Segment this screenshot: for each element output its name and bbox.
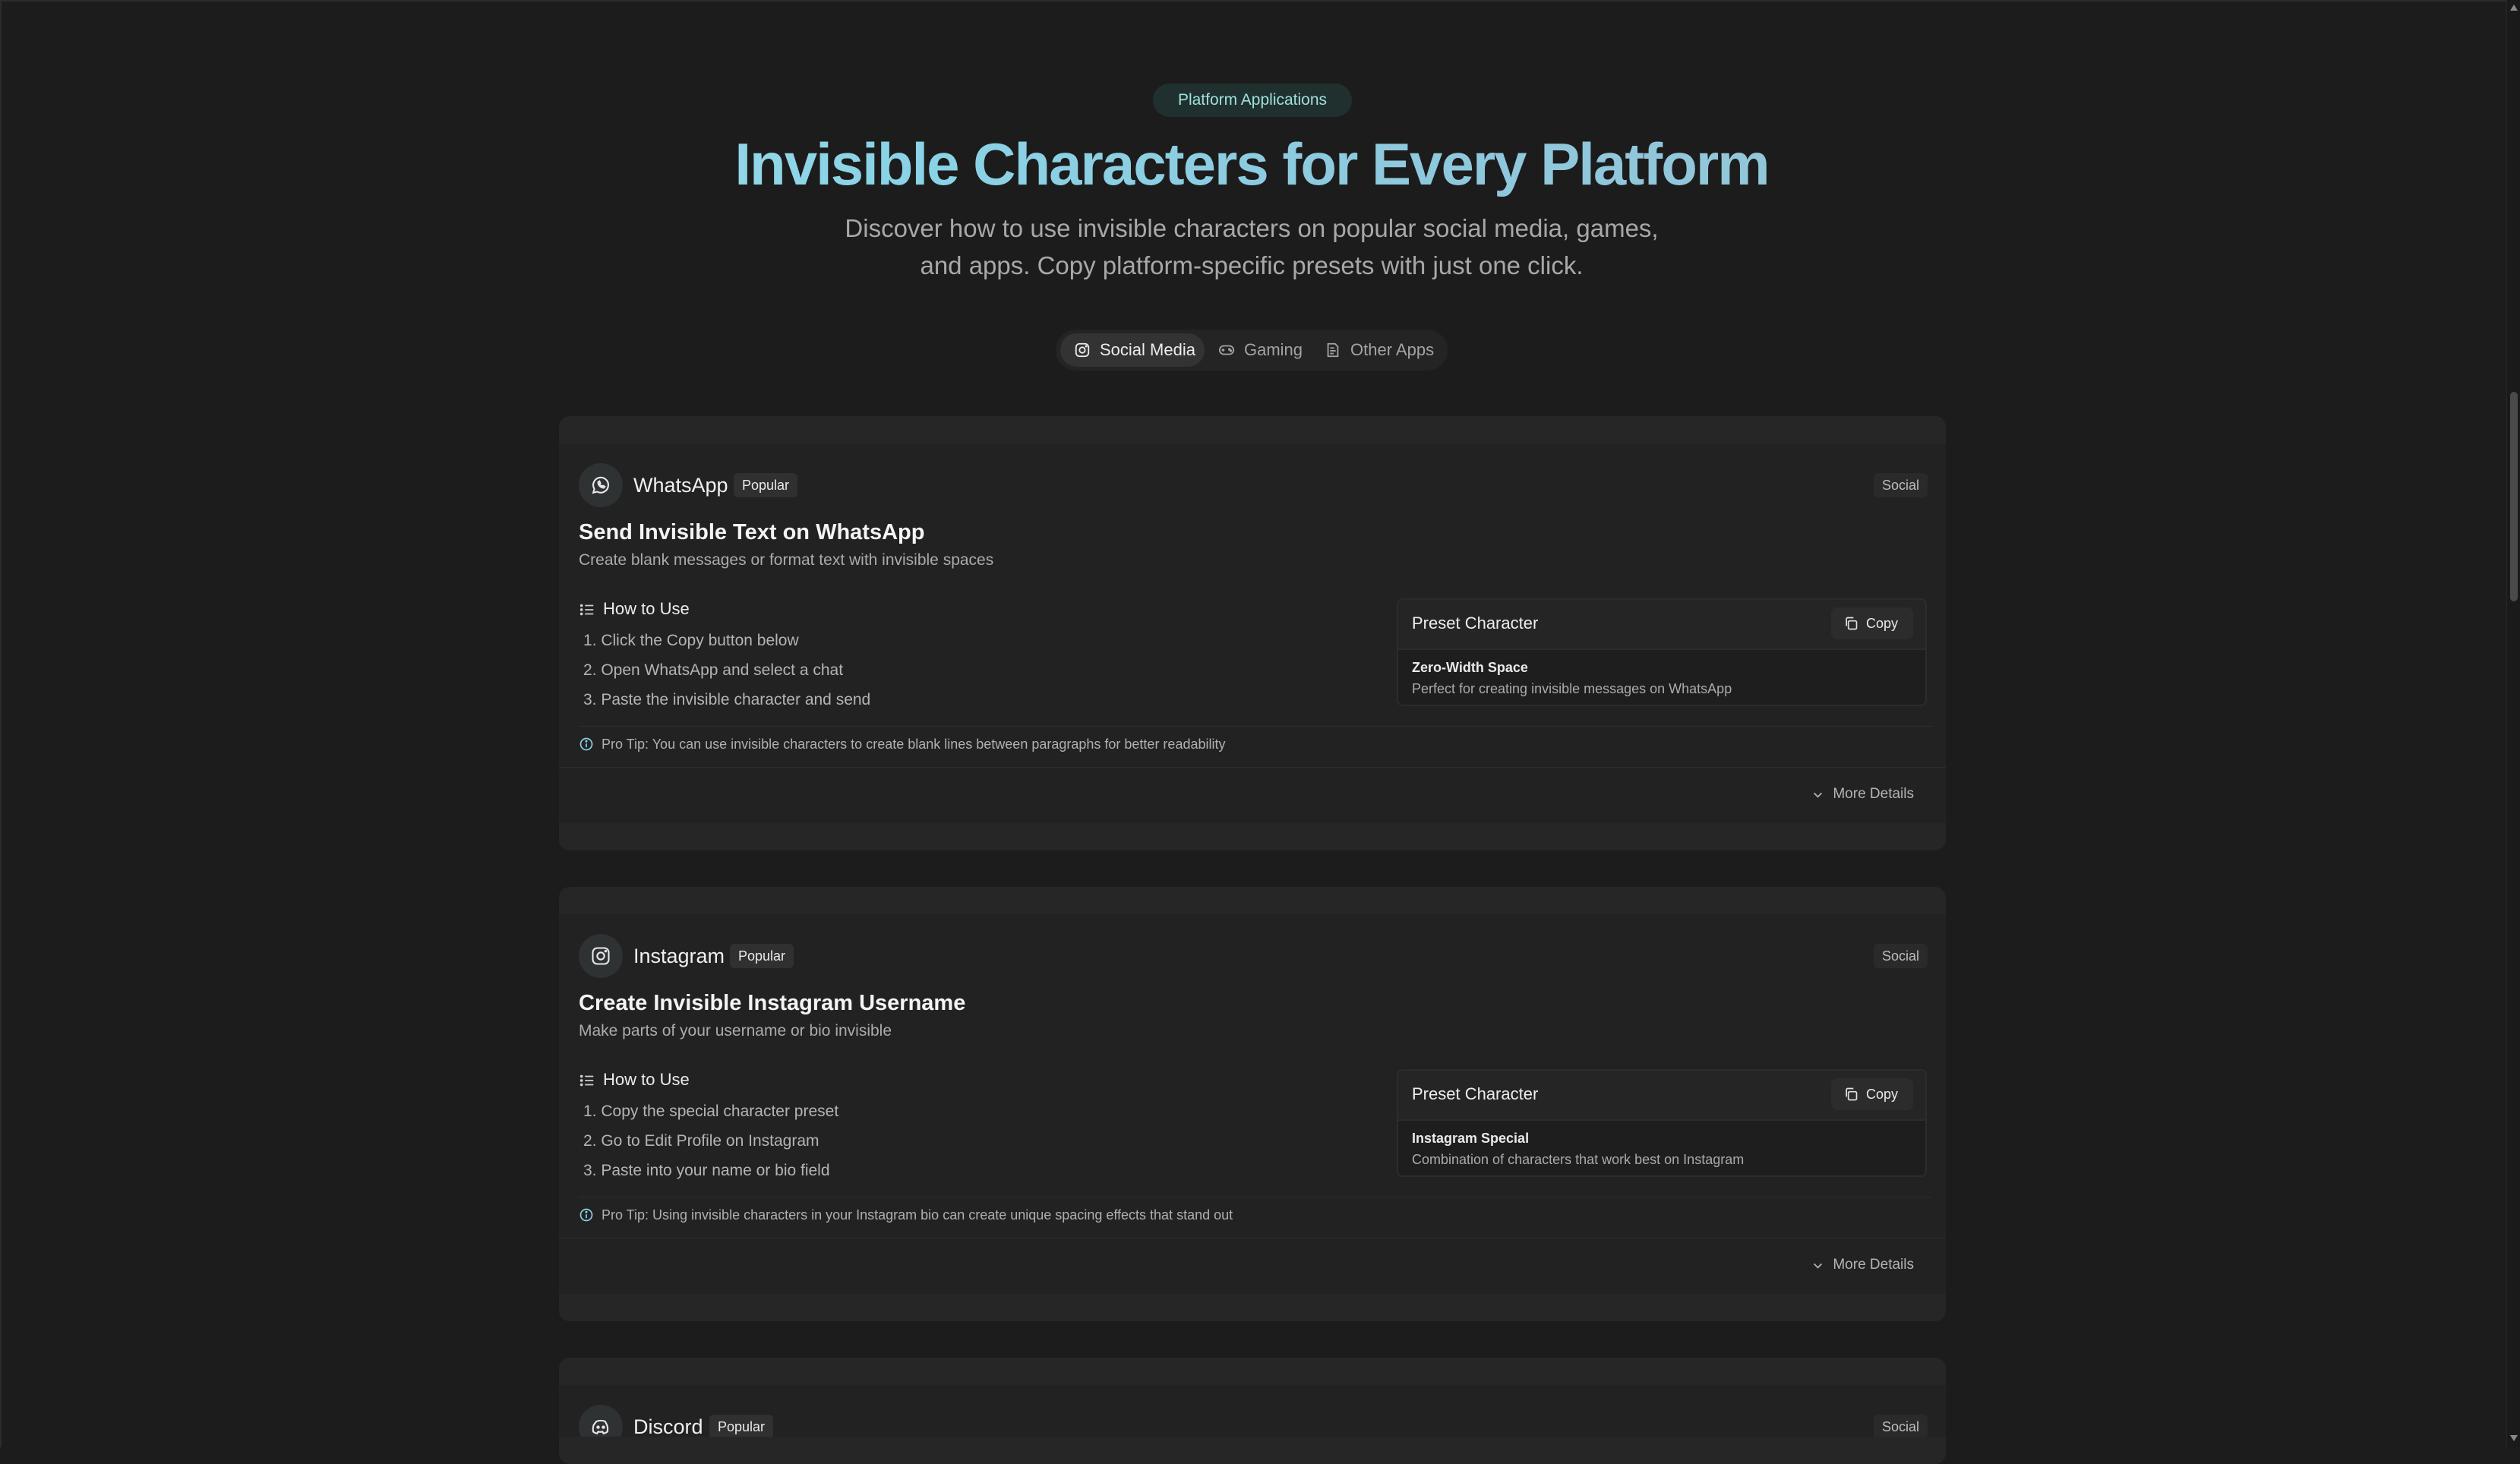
whatsapp-icon xyxy=(592,476,609,494)
subtitle-line-1: Discover how to use invisible characters… xyxy=(845,214,1659,242)
steps-list: 1. Click the Copy button below 2. Open W… xyxy=(583,631,870,720)
info-icon xyxy=(579,1208,593,1222)
preset-name: Instagram Special xyxy=(1412,1131,1530,1146)
page: Platform Applications Invisible Characte… xyxy=(0,0,2506,1464)
copy-button[interactable]: Copy xyxy=(1831,607,1913,639)
how-to-heading: How to Use xyxy=(579,599,690,619)
tab-label: Other Apps xyxy=(1350,340,1435,359)
category-badge: Social xyxy=(1873,473,1928,497)
scroll-up-arrow[interactable] xyxy=(2510,5,2518,11)
platform-avatar xyxy=(579,463,623,507)
instagram-icon xyxy=(592,947,610,965)
tab-label: Gaming xyxy=(1244,340,1303,359)
window-top-border xyxy=(0,0,2520,2)
preset-description: Perfect for creating invisible messages … xyxy=(1412,681,1732,696)
popular-badge: Popular xyxy=(730,944,794,968)
tab-other-apps[interactable]: Other Apps xyxy=(1311,333,1445,367)
platform-name: WhatsApp xyxy=(633,474,728,497)
platform-card-whatsapp: WhatsApp Popular Social Send Invisible T… xyxy=(559,416,1946,850)
pro-tip: Pro Tip: You can use invisible character… xyxy=(579,735,1225,753)
preset-header: Preset Character Copy xyxy=(1398,1071,1925,1121)
more-details-button[interactable]: More Details xyxy=(1811,785,1914,803)
page-title: Invisible Characters for Every Platform xyxy=(0,128,2503,200)
list-icon xyxy=(579,1074,594,1087)
preset-description: Combination of characters that work best… xyxy=(1412,1152,1745,1167)
copy-label: Copy xyxy=(1866,1087,1899,1102)
platform-avatar xyxy=(579,934,623,978)
scroll-thumb[interactable] xyxy=(2510,392,2518,601)
card-description: Make parts of your username or bio invis… xyxy=(579,1022,892,1040)
popular-badge: Popular xyxy=(734,473,798,497)
instagram-icon xyxy=(1075,342,1090,358)
copy-button[interactable]: Copy xyxy=(1831,1078,1913,1110)
document-icon xyxy=(1327,342,1339,358)
step-item: 3. Paste the invisible character and sen… xyxy=(583,691,871,708)
card-footer-divider xyxy=(559,767,1946,768)
platform-name: Instagram xyxy=(633,945,725,967)
chevron-down-icon xyxy=(1814,1263,1823,1269)
step-item: 2. Go to Edit Profile on Instagram xyxy=(583,1132,819,1150)
how-to-heading: How to Use xyxy=(579,1070,690,1090)
platform-card-discord: Discord Popular Social xyxy=(559,1358,1946,1464)
tab-social-media[interactable]: Social Media xyxy=(1060,333,1205,367)
copy-icon xyxy=(1846,617,1858,630)
preset-panel: Preset Character Copy Instagram Special … xyxy=(1397,1069,1927,1177)
scroll-down-arrow[interactable] xyxy=(2510,1435,2518,1441)
chevron-down-icon xyxy=(1814,792,1823,798)
window-left-border xyxy=(0,0,2,1447)
step-item: 1. Click the Copy button below xyxy=(583,632,799,649)
more-details-label: More Details xyxy=(1833,786,1914,802)
step-item: 2. Open WhatsApp and select a chat xyxy=(583,661,844,679)
how-to-label: How to Use xyxy=(603,599,690,618)
preset-name: Zero-Width Space xyxy=(1412,660,1528,675)
platform-tabs: Social Media Gaming Other Apps xyxy=(1056,330,1448,371)
list-icon xyxy=(579,604,594,616)
copy-icon xyxy=(1846,1087,1858,1101)
page-scrollbar[interactable] xyxy=(2506,0,2520,1447)
section-badge: Platform Applications xyxy=(1153,84,1352,117)
pro-tip-text: Pro Tip: Using invisible characters in y… xyxy=(602,1207,1233,1223)
category-badge: Social xyxy=(1873,944,1928,968)
pro-tip-text: Pro Tip: You can use invisible character… xyxy=(602,737,1226,752)
info-icon xyxy=(579,737,593,751)
card-description: Create blank messages or format text wit… xyxy=(579,551,994,569)
card-title: Create Invisible Instagram Username xyxy=(579,991,966,1015)
popular-badge: Popular xyxy=(709,1415,774,1439)
tab-gaming[interactable]: Gaming xyxy=(1205,333,1311,367)
subtitle-line-2: and apps. Copy platform-specific presets… xyxy=(920,251,1584,279)
more-details-label: More Details xyxy=(1833,1257,1914,1273)
gamepad-icon xyxy=(1218,345,1235,355)
discord-icon xyxy=(592,1419,609,1434)
pro-tip: Pro Tip: Using invisible characters in y… xyxy=(579,1206,1233,1224)
tab-label: Social Media xyxy=(1100,340,1195,359)
preset-header: Preset Character Copy xyxy=(1398,600,1925,650)
page-subtitle: Discover how to use invisible characters… xyxy=(796,210,1707,284)
category-badge: Social xyxy=(1873,1415,1928,1439)
card-title: Send Invisible Text on WhatsApp xyxy=(579,520,925,544)
platform-avatar xyxy=(579,1405,623,1449)
how-to-label: How to Use xyxy=(603,1070,690,1089)
tip-divider xyxy=(579,726,1932,727)
preset-label: Preset Character xyxy=(1412,614,1539,633)
preset-panel: Preset Character Copy Zero-Width Space P… xyxy=(1397,598,1927,706)
step-item: 3. Paste into your name or bio field xyxy=(583,1162,830,1179)
platform-card-instagram: Instagram Popular Social Create Invisibl… xyxy=(559,887,1946,1321)
preset-label: Preset Character xyxy=(1412,1084,1539,1103)
copy-label: Copy xyxy=(1866,616,1899,631)
platform-name: Discord xyxy=(633,1415,703,1438)
more-details-button[interactable]: More Details xyxy=(1811,1256,1914,1274)
step-item: 1. Copy the special character preset xyxy=(583,1103,839,1120)
steps-list: 1. Copy the special character preset 2. … xyxy=(583,1102,838,1191)
